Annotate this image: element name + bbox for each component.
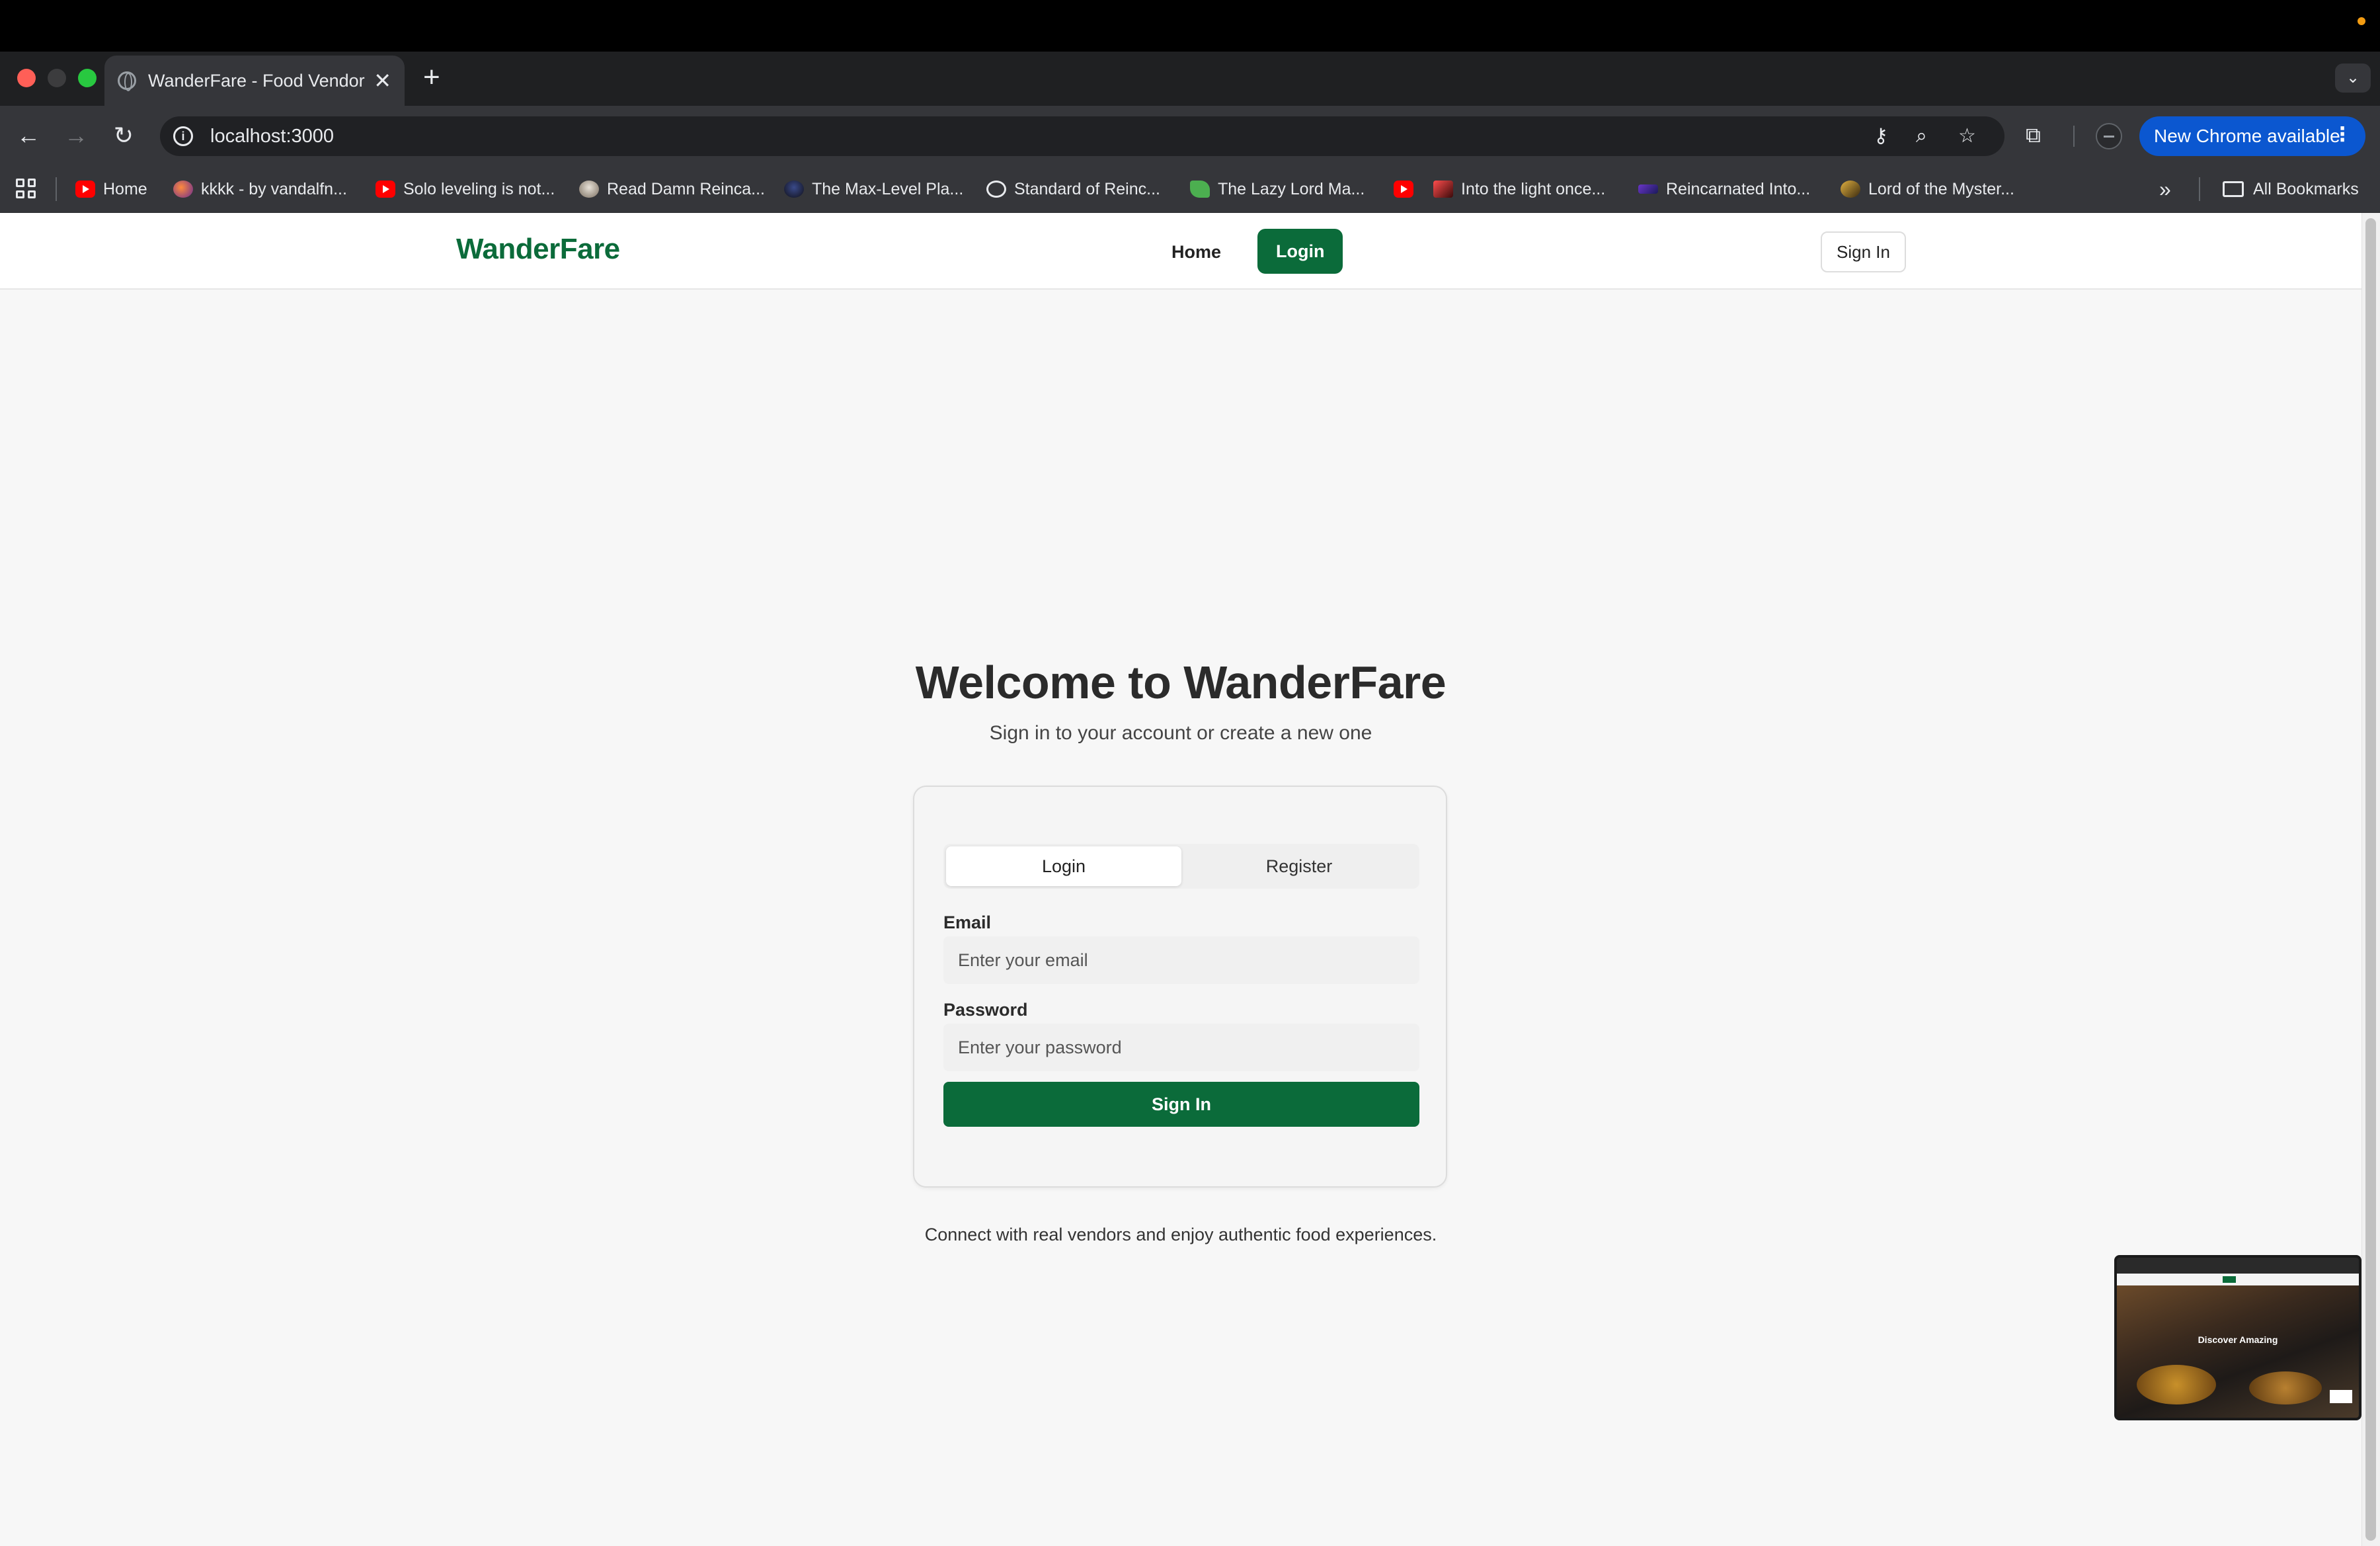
bookmark-label: The Lazy Lord Ma... <box>1218 179 1365 198</box>
bookmarks-divider <box>2199 177 2200 201</box>
sign-in-submit-button[interactable]: Sign In <box>943 1082 1419 1127</box>
bookmark-label: kkkk - by vandalfn... <box>201 179 347 198</box>
folder-icon <box>2223 181 2244 197</box>
bookmark-label: Standard of Reinc... <box>1014 179 1160 198</box>
red-avatar-icon <box>1433 181 1453 198</box>
apps-grid-icon[interactable] <box>16 179 36 198</box>
footer-note: Connect with real vendors and enjoy auth… <box>924 1225 1437 1244</box>
youtube-icon <box>1394 181 1413 198</box>
header-sign-in-button[interactable]: Sign In <box>1821 231 1906 272</box>
bookmark-item[interactable] <box>1394 176 1421 202</box>
tab-login[interactable]: Login <box>946 846 1181 886</box>
extensions-puzzle-icon[interactable]: ⧉ <box>2026 123 2041 148</box>
bookmark-star-icon[interactable]: ☆ <box>1958 123 1976 149</box>
bookmark-item[interactable]: Read Damn Reinca... <box>579 176 765 202</box>
password-key-icon[interactable]: ⚷ <box>1874 123 1888 149</box>
profile-avatar-icon[interactable] <box>2096 123 2122 149</box>
page-viewport: WanderFare Home Login Sign In Welcome to… <box>0 213 2361 1546</box>
picture-in-picture-preview[interactable]: Discover Amazing <box>2114 1255 2361 1420</box>
gold-icon <box>1841 181 1860 198</box>
nav-login-link[interactable]: Login <box>1257 229 1343 274</box>
back-arrow-icon[interactable]: ← <box>13 120 44 151</box>
bookmarks-divider <box>56 177 57 201</box>
new-tab-button[interactable]: + <box>423 61 440 94</box>
password-label: Password <box>943 1000 1028 1020</box>
site-info-icon[interactable]: i <box>173 126 193 146</box>
globe-icon <box>986 181 1006 198</box>
page-scrollbar-thumb[interactable] <box>2365 218 2376 1541</box>
pip-browser-chrome <box>2117 1258 2359 1274</box>
site-header: WanderFare Home Login Sign In <box>0 213 2361 290</box>
auth-tabs: Login Register <box>943 844 1419 889</box>
bookmark-item[interactable]: Standard of Reinc... <box>986 176 1160 202</box>
nav-home-link[interactable]: Home <box>1166 235 1226 269</box>
tab-search-chevron-down-icon[interactable]: ⌄ <box>2335 63 2371 93</box>
bookmark-item[interactable]: Reincarnated Into... <box>1638 176 1810 202</box>
dark-avatar-icon <box>784 181 804 198</box>
brand-logo[interactable]: WanderFare <box>456 233 620 266</box>
all-bookmarks-button[interactable]: All Bookmarks <box>2223 176 2359 202</box>
bookmark-item[interactable]: Lord of the Myster... <box>1841 176 2014 202</box>
window-zoom-button[interactable] <box>78 69 97 87</box>
forward-arrow-icon[interactable]: → <box>61 120 91 151</box>
notification-dot <box>2358 17 2365 25</box>
youtube-icon <box>376 181 395 198</box>
zoom-magnifier-icon[interactable]: ⌕ <box>1916 123 1927 149</box>
page-subtitle: Sign in to your account or create a new … <box>989 722 1372 744</box>
bookmark-label: Into the light once... <box>1461 179 1606 198</box>
bookmark-item[interactable]: Into the light once... <box>1433 176 1605 202</box>
url-text[interactable]: localhost:3000 <box>210 126 334 147</box>
orb-icon <box>173 181 193 198</box>
leaf-icon <box>1190 181 1210 198</box>
toolbar-divider <box>2073 126 2075 147</box>
all-bookmarks-label: All Bookmarks <box>2253 179 2359 198</box>
bookmark-label: The Max-Level Pla... <box>812 179 964 198</box>
os-menu-strip <box>0 0 2380 52</box>
window-minimize-button[interactable] <box>48 69 66 87</box>
new-chrome-available-button[interactable]: New Chrome available ⋮ <box>2139 116 2365 156</box>
bookmark-item[interactable]: Home <box>75 176 147 202</box>
bookmark-label: Reincarnated Into... <box>1666 179 1811 198</box>
update-label: New Chrome available <box>2154 126 2340 146</box>
page-title: Welcome to WanderFare <box>915 657 1447 708</box>
skull-icon <box>579 181 599 198</box>
pip-site-header <box>2117 1274 2359 1285</box>
email-label: Email <box>943 913 992 932</box>
tab-title: WanderFare - Food Vendor M <box>148 70 368 91</box>
pip-corner-badge <box>2330 1390 2352 1403</box>
youtube-icon <box>75 181 95 198</box>
tab-close-icon[interactable]: ✕ <box>374 68 391 93</box>
address-bar[interactable]: i localhost:3000 <box>160 116 2004 156</box>
pip-hero-image <box>2117 1285 2359 1418</box>
tab-favicon-globe-icon <box>118 71 136 91</box>
tab-register[interactable]: Register <box>1181 846 1417 886</box>
pip-hero-title: Discover Amazing <box>2198 1334 2278 1345</box>
bookmark-label: Read Damn Reinca... <box>607 179 766 198</box>
bookmark-item[interactable]: kkkk - by vandalfn... <box>173 176 347 202</box>
password-field[interactable] <box>943 1024 1419 1071</box>
more-bookmarks-chevron-icon[interactable]: » <box>2159 176 2171 202</box>
chrome-menu-icon[interactable]: ⋮ <box>2332 123 2352 146</box>
purple-icon <box>1638 184 1658 194</box>
browser-tab-active[interactable]: WanderFare - Food Vendor M ✕ <box>104 56 405 106</box>
email-field[interactable] <box>943 936 1419 984</box>
bookmark-label: Home <box>103 179 147 198</box>
reload-icon[interactable]: ↻ <box>108 120 139 151</box>
bookmark-item[interactable]: The Max-Level Pla... <box>784 176 963 202</box>
window-close-button[interactable] <box>17 69 36 87</box>
bookmark-label: Lord of the Myster... <box>1868 179 2014 198</box>
bookmark-label: Solo leveling is not... <box>403 179 555 198</box>
bookmark-item[interactable]: The Lazy Lord Ma... <box>1190 176 1365 202</box>
auth-card: Login Register Email Password Sign In <box>913 786 1447 1188</box>
bookmark-item[interactable]: Solo leveling is not... <box>376 176 555 202</box>
